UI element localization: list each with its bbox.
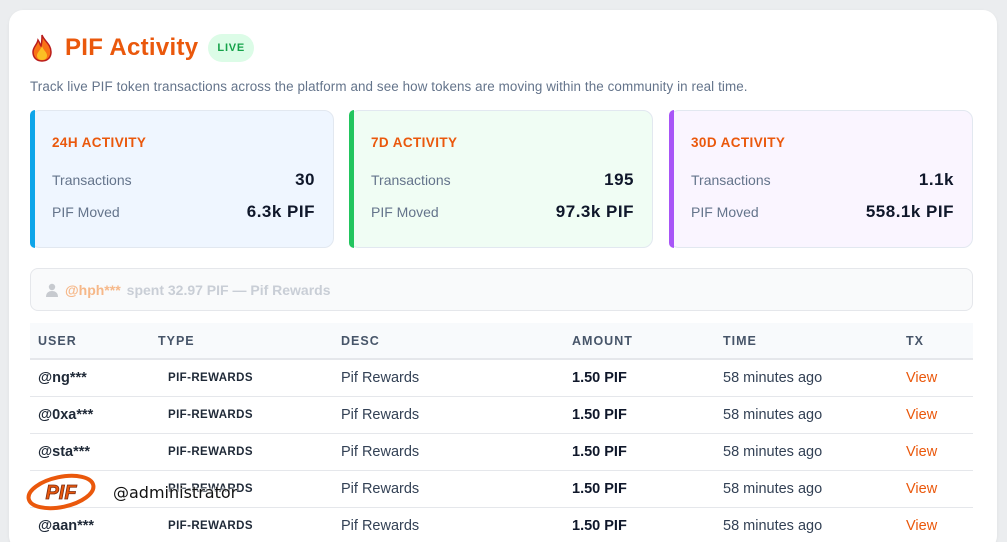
transactions-value: 1.1k [918, 170, 954, 189]
row-type: PIF-REWARDS [168, 371, 253, 384]
row-time: 58 minutes ago [723, 443, 823, 460]
row-time: 58 minutes ago [723, 517, 823, 534]
header: PIF Activity LIVE [29, 34, 255, 62]
column-header-user: USER [38, 333, 77, 348]
pif-moved-label: PIF Moved [52, 204, 120, 220]
row-desc: Pif Rewards [341, 369, 420, 386]
stat-card-24h: 24H ACTIVITY Transactions 30 PIF Moved 6… [30, 110, 334, 248]
pif-moved-value: 6.3k PIF [246, 202, 315, 221]
pif-logo: PIF [26, 473, 96, 511]
pif-moved-label: PIF Moved [691, 204, 759, 220]
row-time: 58 minutes ago [723, 369, 823, 386]
stat-title: 30D ACTIVITY [691, 135, 786, 150]
stat-title: 7D ACTIVITY [371, 135, 458, 150]
pif-moved-value: 97.3k PIF [555, 202, 634, 221]
row-amount: 1.50 PIF [572, 480, 627, 497]
row-type: PIF-REWARDS [168, 445, 253, 458]
page-title: PIF Activity [65, 34, 199, 61]
row-user: @sta*** [38, 443, 91, 460]
column-header-time: TIME [723, 333, 757, 348]
row-type: PIF-REWARDS [168, 408, 253, 421]
row-amount: 1.50 PIF [572, 369, 627, 386]
table-row: @sta*** PIF-REWARDS Pif Rewards 1.50 PIF… [30, 433, 973, 470]
transactions-value: 195 [604, 170, 634, 189]
table-row: @0xa*** PIF-REWARDS Pif Rewards 1.50 PIF… [30, 396, 973, 433]
stat-card-7d: 7D ACTIVITY Transactions 195 PIF Moved 9… [349, 110, 653, 248]
activity-card: PIF Activity LIVE Track live PIF token t… [9, 10, 997, 542]
live-ticker: @hph*** spent 32.97 PIF — Pif Rewards [30, 268, 973, 311]
view-tx-link[interactable]: View [906, 370, 937, 386]
column-header-amount: AMOUNT [572, 333, 633, 348]
stat-title: 24H ACTIVITY [52, 135, 147, 150]
user-icon [46, 283, 58, 297]
row-desc: Pif Rewards [341, 480, 420, 497]
pif-moved-label: PIF Moved [371, 204, 439, 220]
transactions-label: Transactions [691, 172, 771, 188]
pif-moved-value: 558.1k PIF [865, 202, 954, 221]
transactions-label: Transactions [371, 172, 451, 188]
fire-icon [32, 34, 52, 62]
view-tx-link[interactable]: View [906, 481, 937, 497]
row-amount: 1.50 PIF [572, 443, 627, 460]
ticker-user: @hph*** [65, 281, 121, 298]
row-desc: Pif Rewards [341, 406, 420, 423]
row-amount: 1.50 PIF [572, 406, 627, 423]
view-tx-link[interactable]: View [906, 444, 937, 460]
stat-card-30d: 30D ACTIVITY Transactions 1.1k PIF Moved… [669, 110, 973, 248]
watermark: PIF @administrator [25, 470, 237, 514]
view-tx-link[interactable]: View [906, 518, 937, 534]
watermark-handle: @administrator [113, 482, 238, 502]
row-desc: Pif Rewards [341, 517, 420, 534]
table-header-row: USER TYPE DESC AMOUNT TIME TX [30, 323, 973, 359]
column-header-desc: DESC [341, 333, 380, 348]
live-badge: LIVE [208, 34, 255, 62]
row-amount: 1.50 PIF [572, 517, 627, 534]
page-subtitle: Track live PIF token transactions across… [30, 79, 748, 94]
view-tx-link[interactable]: View [906, 407, 937, 423]
column-header-tx: TX [906, 333, 924, 348]
table-row: @ng*** PIF-REWARDS Pif Rewards 1.50 PIF … [30, 359, 973, 396]
row-time: 58 minutes ago [723, 480, 823, 497]
row-desc: Pif Rewards [341, 443, 420, 460]
transactions-value: 30 [295, 170, 315, 189]
transactions-label: Transactions [52, 172, 132, 188]
row-user: @0xa*** [38, 406, 94, 423]
ticker-text: spent 32.97 PIF — Pif Rewards [126, 281, 331, 298]
row-user: @ng*** [38, 369, 87, 386]
svg-text:PIF: PIF [45, 482, 77, 504]
row-time: 58 minutes ago [723, 406, 823, 423]
column-header-type: TYPE [158, 333, 195, 348]
